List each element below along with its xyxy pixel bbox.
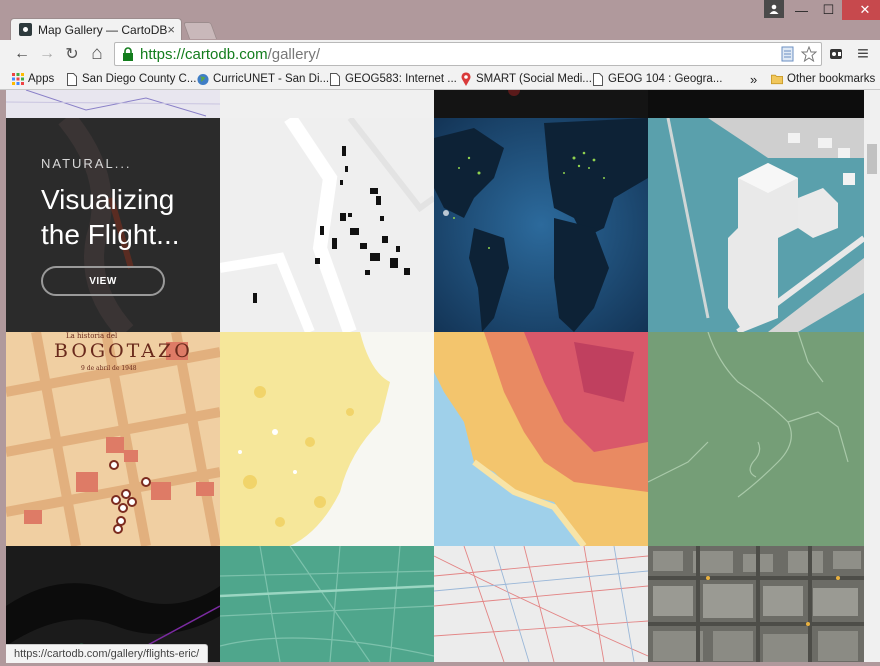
map-tile-bogotazo[interactable]: La historia del BOGOTAZO 9 de abril de 1… bbox=[6, 332, 220, 546]
feature-kicker: NATURAL... bbox=[41, 156, 132, 171]
bookmark-geog583[interactable]: GEOG583: Internet ... bbox=[329, 71, 457, 87]
page-icon bbox=[592, 72, 604, 86]
url-text: https://cartodb.com/gallery/ bbox=[140, 46, 320, 63]
map-pin-icon bbox=[460, 72, 472, 86]
back-button[interactable]: ← bbox=[12, 44, 32, 64]
bookmarks-overflow-button[interactable]: » bbox=[750, 71, 757, 87]
globe-icon bbox=[197, 72, 209, 86]
home-button[interactable]: ⌂ bbox=[87, 43, 107, 64]
bookmark-label: SMART (Social Medi... bbox=[476, 73, 592, 85]
feature-headline: Visualizing the Flight... bbox=[41, 184, 180, 250]
scrollbar-thumb[interactable] bbox=[867, 144, 877, 174]
bogotazo-subtitle: La historia del bbox=[66, 332, 118, 340]
new-tab-button[interactable] bbox=[182, 22, 218, 39]
map-tile-top-1[interactable] bbox=[6, 90, 220, 118]
maximize-button[interactable]: ☐ bbox=[815, 0, 842, 20]
person-icon bbox=[769, 4, 779, 14]
apps-grid-icon bbox=[12, 72, 24, 86]
map-tile-los-angeles-heat[interactable] bbox=[434, 332, 648, 546]
bookmarks-bar: Apps San Diego County C... CurricUNET - … bbox=[0, 68, 880, 90]
close-window-button[interactable]: ✕ bbox=[842, 0, 880, 20]
bogotazo-date: 9 de abril de 1948 bbox=[81, 365, 137, 372]
folder-icon bbox=[771, 72, 783, 86]
bookmark-star-icon[interactable] bbox=[801, 46, 817, 62]
map-tile-street-network[interactable] bbox=[434, 546, 648, 662]
map-tile-yellow-region[interactable] bbox=[220, 332, 434, 546]
bookmark-label: GEOG 104 : Geogra... bbox=[608, 73, 723, 85]
page-icon bbox=[329, 72, 341, 86]
bookmark-curricunet[interactable]: CurricUNET - San Di... bbox=[197, 71, 329, 87]
map-tile-satellite[interactable] bbox=[648, 546, 864, 662]
page-action-icon[interactable] bbox=[781, 46, 795, 62]
page-icon bbox=[66, 72, 78, 86]
profile-button[interactable] bbox=[764, 0, 784, 18]
map-tile-green-trails[interactable] bbox=[648, 332, 864, 546]
vertical-scrollbar[interactable] bbox=[864, 90, 880, 662]
map-tile-3d-buildings[interactable] bbox=[648, 118, 864, 332]
bogotazo-title: BOGOTAZO bbox=[54, 340, 193, 362]
bookmark-geog104[interactable]: GEOG 104 : Geogra... bbox=[592, 71, 722, 87]
map-tile-top-2[interactable] bbox=[220, 90, 434, 118]
view-button[interactable]: VIEW bbox=[41, 266, 165, 296]
map-tile-nyc-dots[interactable] bbox=[220, 118, 434, 332]
map-tile-top-3[interactable] bbox=[434, 90, 648, 118]
bookmark-apps[interactable]: Apps bbox=[12, 71, 54, 87]
minimize-button[interactable]: — bbox=[788, 0, 815, 20]
forward-button[interactable]: → bbox=[37, 44, 57, 64]
reload-button[interactable]: ↻ bbox=[62, 44, 82, 64]
tab-title: Map Gallery — CartoDB bbox=[38, 22, 168, 37]
tab-map-gallery[interactable]: Map Gallery — CartoDB × bbox=[10, 18, 182, 40]
bookmark-label: Apps bbox=[28, 73, 55, 85]
status-bar-link-preview: https://cartodb.com/gallery/flights-eric… bbox=[6, 644, 209, 663]
lock-icon bbox=[120, 46, 136, 62]
url-path: /gallery/ bbox=[267, 45, 321, 63]
bookmark-label: GEOG583: Internet ... bbox=[345, 73, 457, 85]
map-tile-top-4[interactable] bbox=[648, 90, 864, 118]
tab-close-icon[interactable]: × bbox=[167, 22, 175, 37]
address-bar[interactable]: https://cartodb.com/gallery/ bbox=[114, 42, 822, 66]
url-host: https://cartodb.com bbox=[140, 45, 268, 63]
bookmark-san-diego-county[interactable]: San Diego County C... bbox=[66, 71, 196, 87]
bookmark-label: Other bookmarks bbox=[787, 73, 876, 85]
bookmark-label: CurricUNET - San Di... bbox=[213, 73, 330, 85]
extension-icon[interactable] bbox=[826, 44, 846, 64]
window-controls: — ☐ ✕ bbox=[788, 0, 880, 20]
map-tile-teal-roads[interactable] bbox=[220, 546, 434, 662]
bookmark-smart[interactable]: SMART (Social Medi... bbox=[460, 71, 592, 87]
map-tile-world-flights[interactable] bbox=[434, 118, 648, 332]
featured-map-card[interactable]: NATURAL... Visualizing the Flight... VIE… bbox=[6, 118, 220, 332]
cartodb-favicon-icon bbox=[19, 23, 32, 36]
gallery-grid: NATURAL... Visualizing the Flight... VIE… bbox=[6, 90, 864, 662]
other-bookmarks[interactable]: Other bookmarks bbox=[771, 71, 875, 87]
chrome-menu-button[interactable]: ≡ bbox=[853, 43, 873, 65]
bookmark-label: San Diego County C... bbox=[82, 73, 197, 85]
